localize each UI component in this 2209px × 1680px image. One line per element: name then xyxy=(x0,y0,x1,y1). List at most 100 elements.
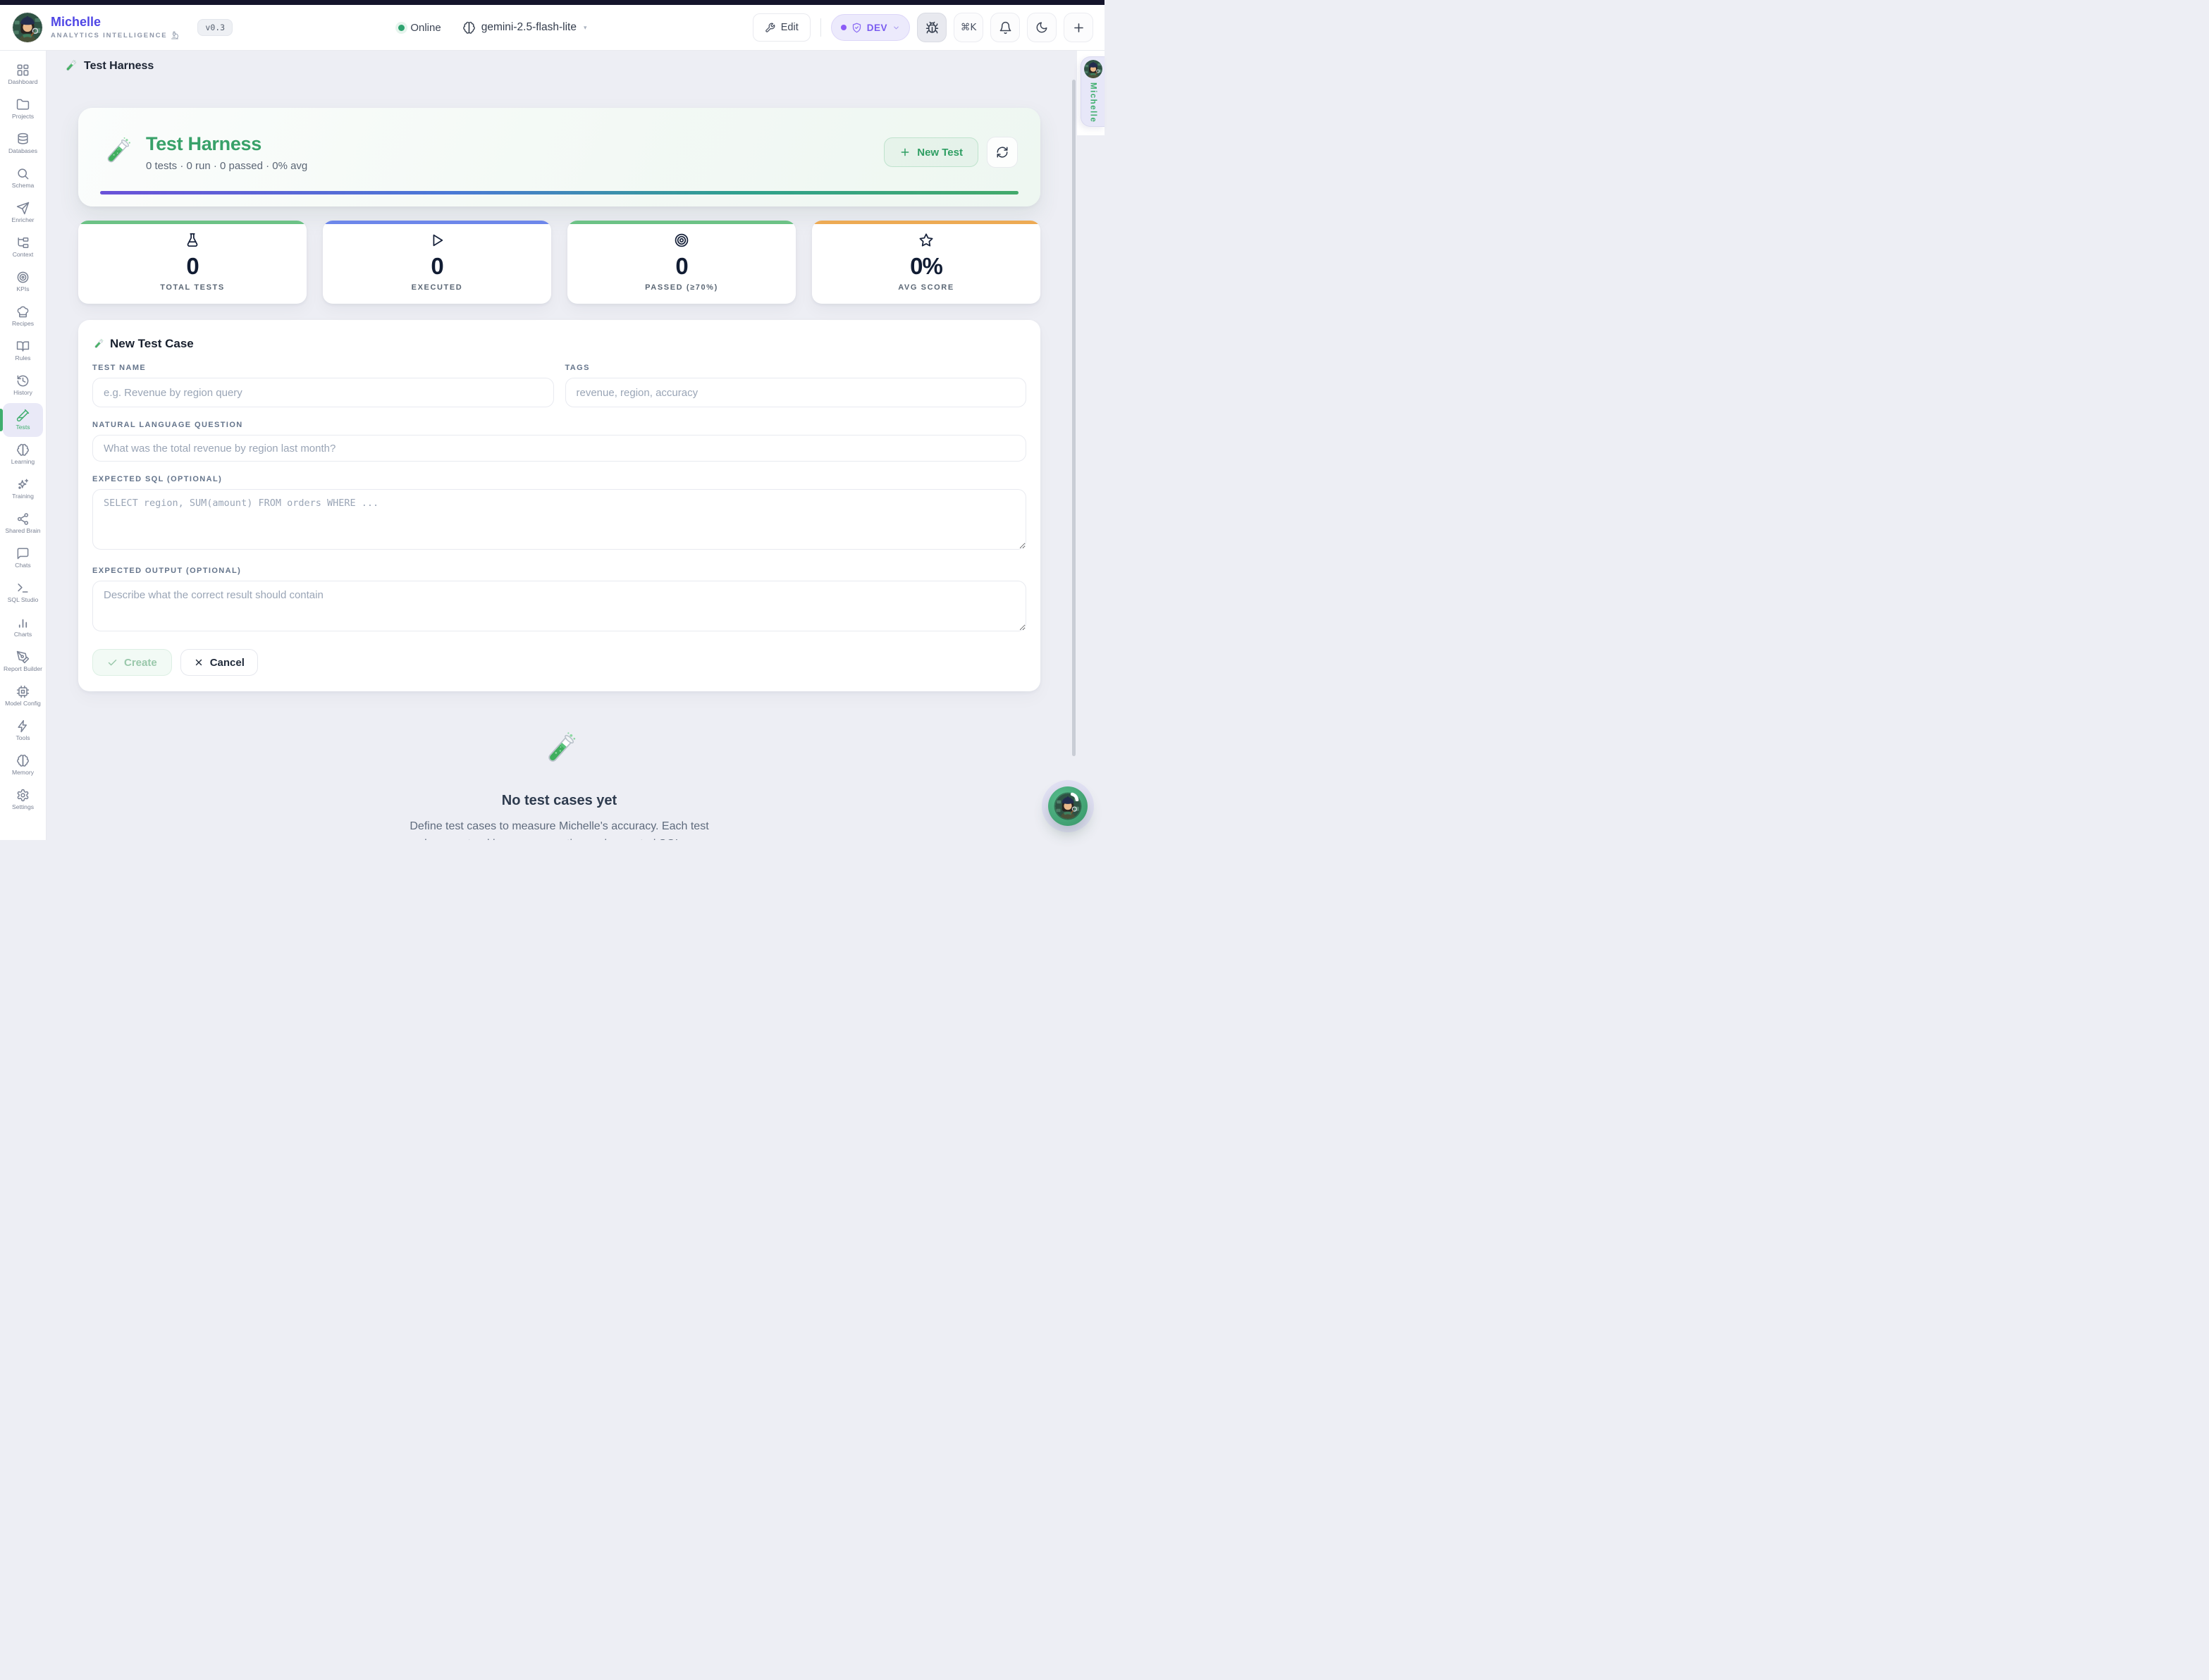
question-label: NATURAL LANGUAGE QUESTION xyxy=(92,421,243,429)
stat-card-total-tests: 0 TOTAL TESTS xyxy=(78,221,307,304)
avatar xyxy=(13,13,42,42)
edit-button[interactable]: Edit xyxy=(752,13,811,42)
hero-gradient-bar xyxy=(100,191,1019,194)
sidebar-item-projects[interactable]: Projects xyxy=(3,92,43,126)
test-tube-icon xyxy=(92,338,104,350)
sidebar-item-tools[interactable]: Tools xyxy=(3,714,43,748)
sidebar-item-recipes[interactable]: Recipes xyxy=(3,299,43,333)
sidebar-item-databases[interactable]: Databases xyxy=(3,127,43,161)
command-palette-button[interactable]: ⌘K xyxy=(954,13,983,42)
sidebar-item-schema[interactable]: Schema xyxy=(3,161,43,195)
brand-subtitle: ANALYTICS INTELLIGENCE xyxy=(51,31,168,39)
online-dot-icon xyxy=(398,24,405,31)
create-button[interactable]: Create xyxy=(92,649,172,676)
hero-stats-line: 0 tests · 0 run · 0 passed · 0% avg xyxy=(146,159,308,172)
cpu-icon xyxy=(16,685,30,698)
target-icon xyxy=(675,233,689,247)
avatar xyxy=(1084,60,1102,78)
form-title: New Test Case xyxy=(110,337,194,350)
chevron-down-icon: ▾ xyxy=(583,23,587,31)
gear-icon xyxy=(17,789,29,802)
sidebar-item-context[interactable]: Context xyxy=(3,230,43,264)
test-name-input[interactable] xyxy=(92,378,554,407)
empty-state-description: Define test cases to measure Michelle's … xyxy=(410,820,709,840)
tree-icon xyxy=(18,237,29,249)
shortcut-label: ⌘K xyxy=(960,22,977,33)
bar-chart-icon xyxy=(18,619,27,628)
question-input[interactable] xyxy=(92,435,1026,462)
sidebar-item-learning[interactable]: Learning xyxy=(3,438,43,471)
scrollbar-thumb[interactable] xyxy=(1072,80,1076,756)
new-test-button[interactable]: New Test xyxy=(884,137,978,167)
sidebar-item-chats[interactable]: Chats xyxy=(3,541,43,575)
sidebar-item-charts[interactable]: Charts xyxy=(3,610,43,644)
new-test-case-form: New Test Case TEST NAME TAGS NATURAL LAN… xyxy=(78,320,1040,691)
sidebar-item-model-config[interactable]: Model Config xyxy=(3,679,43,713)
sidebar-item-shared-brain[interactable]: Shared Brain xyxy=(3,507,43,541)
sidebar-item-tests[interactable]: Tests xyxy=(0,403,43,437)
brand: Michelle ANALYTICS INTELLIGENCE v0.3 xyxy=(13,13,233,42)
user-tab-label: Michelle xyxy=(1088,82,1097,123)
moon-icon xyxy=(1036,22,1047,33)
notifications-button[interactable] xyxy=(990,13,1020,42)
sidebar-item-dashboard[interactable]: Dashboard xyxy=(3,58,43,92)
field-test-name: TEST NAME xyxy=(92,364,554,407)
user-side-tab[interactable]: Michelle xyxy=(1081,56,1104,127)
page-head: Test Harness xyxy=(47,51,1104,73)
dark-mode-button[interactable] xyxy=(1027,13,1057,42)
tags-input[interactable] xyxy=(565,378,1026,407)
empty-state: No test cases yet Define test cases to m… xyxy=(78,731,1040,840)
plus-icon xyxy=(901,148,909,156)
test-tube-icon xyxy=(63,59,78,73)
model-selector[interactable]: gemini-2.5-flash-lite ▾ xyxy=(462,21,587,35)
stat-label: TOTAL TESTS xyxy=(160,283,225,292)
field-expected-output: EXPECTED OUTPUT (OPTIONAL) xyxy=(92,567,1026,635)
page-title: Test Harness xyxy=(84,60,154,72)
target-icon xyxy=(17,271,29,283)
header-actions: Edit DEV ⌘K xyxy=(752,13,1093,42)
sidebar-item-report-builder[interactable]: Report Builder xyxy=(3,645,43,679)
refresh-icon xyxy=(997,147,1008,158)
paper-plane-icon xyxy=(16,202,30,215)
test-tube-icon xyxy=(16,409,30,422)
sidebar-item-rules[interactable]: Rules xyxy=(3,334,43,368)
environment-selector[interactable]: DEV xyxy=(830,14,910,41)
sidebar-item-training[interactable]: Training xyxy=(3,472,43,506)
online-label: Online xyxy=(410,21,441,34)
zap-icon xyxy=(18,719,27,733)
refresh-button[interactable] xyxy=(987,137,1018,168)
sidebar-item-memory[interactable]: Memory xyxy=(3,748,43,782)
app-header: Michelle ANALYTICS INTELLIGENCE v0.3 Onl… xyxy=(0,5,1104,51)
sidebar-item-history[interactable]: History xyxy=(3,369,43,402)
stats-row: 0 TOTAL TESTS 0 EXECUTED 0 PASSED (≥70%)… xyxy=(78,221,1040,304)
stat-label: EXECUTED xyxy=(411,283,463,292)
add-button[interactable] xyxy=(1064,13,1093,42)
dashboard-icon xyxy=(17,64,29,76)
book-open-icon xyxy=(16,341,30,352)
main-content: Test Harness Test Harness 0 tests · 0 ru… xyxy=(47,51,1104,840)
debug-button[interactable] xyxy=(917,13,947,42)
hero-text: Test Harness 0 tests · 0 run · 0 passed … xyxy=(146,133,307,172)
shield-icon xyxy=(852,23,861,32)
stat-value: 0 xyxy=(675,253,688,279)
chat-icon xyxy=(17,548,29,560)
online-status: Online xyxy=(398,22,441,34)
expected-sql-textarea[interactable] xyxy=(92,489,1026,550)
cancel-button[interactable]: Cancel xyxy=(180,649,258,676)
sidebar-item-kpis[interactable]: KPIs xyxy=(3,265,43,299)
bug-icon xyxy=(925,21,938,33)
assistant-launcher-button[interactable] xyxy=(1048,786,1088,826)
sidebar-item-enricher[interactable]: Enricher xyxy=(3,196,43,230)
terminal-icon xyxy=(18,583,28,593)
sidebar-item-sql-studio[interactable]: SQL Studio xyxy=(3,576,43,610)
tags-label: TAGS xyxy=(565,364,590,372)
close-icon xyxy=(195,659,202,666)
play-icon xyxy=(433,234,443,247)
expected-output-label: EXPECTED OUTPUT (OPTIONAL) xyxy=(92,567,242,575)
test-tube-icon xyxy=(541,731,579,769)
expected-output-textarea[interactable] xyxy=(92,581,1026,631)
search-icon xyxy=(18,168,29,180)
env-dot-icon xyxy=(840,25,847,30)
share-icon xyxy=(17,513,29,525)
sidebar-item-settings[interactable]: Settings xyxy=(3,783,43,817)
